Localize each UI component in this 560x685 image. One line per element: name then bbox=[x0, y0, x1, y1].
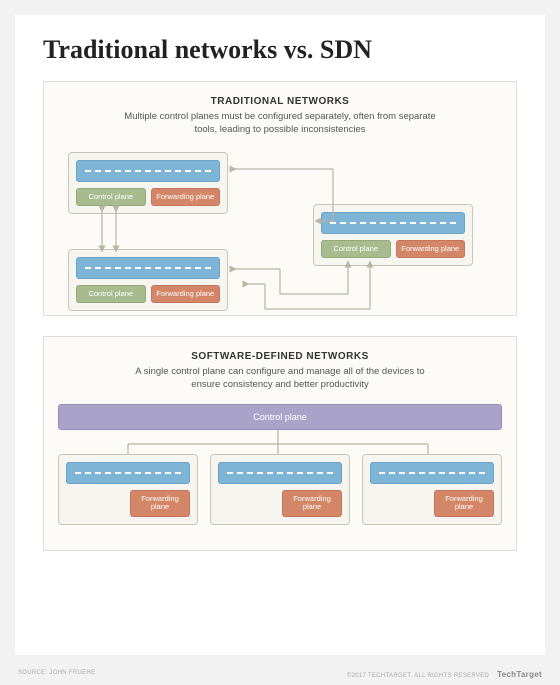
sdn-node-1: Forwarding plane bbox=[58, 454, 198, 525]
sdn-panel: SOFTWARE-DEFINED NETWORKS A single contr… bbox=[43, 336, 517, 551]
sdn-diagram: Control plane Forwarding plane Forwardin… bbox=[58, 404, 502, 554]
forwarding-plane-box: Forwarding plane bbox=[434, 490, 494, 517]
traditional-node-2: Control plane Forwarding plane bbox=[68, 249, 228, 312]
traditional-heading: TRADITIONAL NETWORKS bbox=[58, 96, 502, 107]
sdn-control-plane-bar: Control plane bbox=[58, 404, 502, 430]
traditional-node-3: Control plane Forwarding plane bbox=[313, 204, 473, 267]
interface-icon bbox=[66, 462, 190, 484]
forwarding-plane-box: Forwarding plane bbox=[282, 490, 342, 517]
footer-source: SOURCE: JOHN FRUEHE bbox=[18, 670, 95, 679]
forwarding-plane-box: Forwarding plane bbox=[396, 240, 466, 259]
forwarding-plane-box: Forwarding plane bbox=[130, 490, 190, 517]
diagram-card: Traditional networks vs. SDN TRADITIONAL… bbox=[15, 15, 545, 655]
forwarding-plane-box: Forwarding plane bbox=[151, 285, 221, 304]
interface-icon bbox=[218, 462, 342, 484]
interface-icon bbox=[76, 160, 220, 182]
traditional-description: Multiple control planes must be configur… bbox=[120, 111, 440, 137]
traditional-panel: TRADITIONAL NETWORKS Multiple control pl… bbox=[43, 81, 517, 316]
interface-icon bbox=[370, 462, 494, 484]
footer-rights: ©2017 TECHTARGET. ALL RIGHTS RESERVED bbox=[347, 673, 489, 679]
footer: SOURCE: JOHN FRUEHE ©2017 TECHTARGET. AL… bbox=[18, 670, 542, 679]
control-plane-box: Control plane bbox=[76, 188, 146, 207]
main-title: Traditional networks vs. SDN bbox=[43, 35, 517, 65]
interface-icon bbox=[76, 257, 220, 279]
traditional-node-1: Control plane Forwarding plane bbox=[68, 152, 228, 215]
sdn-heading: SOFTWARE-DEFINED NETWORKS bbox=[58, 351, 502, 362]
interface-icon bbox=[321, 212, 465, 234]
footer-brand: TechTarget bbox=[497, 670, 542, 679]
control-plane-box: Control plane bbox=[76, 285, 146, 304]
sdn-node-2: Forwarding plane bbox=[210, 454, 350, 525]
control-plane-box: Control plane bbox=[321, 240, 391, 259]
traditional-diagram: Control plane Forwarding plane Control p… bbox=[58, 149, 502, 324]
sdn-node-3: Forwarding plane bbox=[362, 454, 502, 525]
forwarding-plane-box: Forwarding plane bbox=[151, 188, 221, 207]
sdn-description: A single control plane can configure and… bbox=[120, 366, 440, 392]
